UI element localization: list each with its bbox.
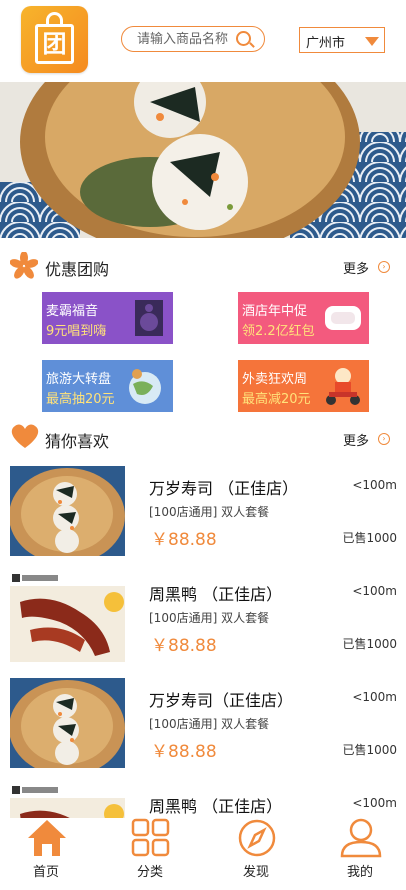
item-desc: [100店通用] 双人套餐: [149, 717, 270, 731]
item-distance: <100m: [352, 478, 397, 492]
tab-discover[interactable]: 发现: [216, 818, 296, 880]
item-price: ￥88.88: [151, 636, 217, 656]
city-selector[interactable]: 广州市: [299, 27, 385, 53]
promo-title: 旅游大转盘: [46, 372, 112, 387]
tab-label: 我的: [346, 865, 373, 880]
list-item[interactable]: 周黑鸭 （正佳店） <100m [100店通用] 双人套餐 ￥88.88 已售1000: [0, 572, 406, 678]
tab-label: 首页: [32, 865, 59, 880]
item-price: ￥88.88: [151, 530, 217, 550]
banner-carousel[interactable]: [0, 82, 406, 238]
item-name: 万岁寿司（正佳店）: [149, 691, 294, 710]
item-sold: 已售1000: [342, 531, 397, 545]
section-title: 猜你喜欢: [45, 432, 110, 451]
item-desc: [100店通用] 双人套餐: [149, 505, 270, 519]
search-box[interactable]: [121, 26, 265, 52]
promo-subtitle: 领2.2亿红包: [242, 324, 315, 339]
tab-category[interactable]: 分类: [110, 818, 190, 880]
app-logo[interactable]: 团: [21, 6, 88, 73]
speaker-icon: [135, 300, 163, 336]
item-distance: <100m: [352, 584, 397, 598]
grid-icon: [131, 818, 170, 857]
tab-home[interactable]: 首页: [6, 818, 86, 880]
asterisk-icon: [10, 252, 38, 279]
compass-icon: [238, 819, 276, 857]
promo-ktv[interactable]: 麦霸福音 9元唱到嗨: [42, 292, 173, 344]
item-thumbnail[interactable]: [10, 466, 125, 556]
logo-text: 团: [35, 24, 74, 64]
chevron-right-icon[interactable]: ›: [378, 261, 390, 273]
item-sold: 已售1000: [342, 743, 397, 757]
item-name: 周黑鸭 （正佳店）: [149, 585, 283, 604]
bottom-tab-bar: 首页 分类 发现 我的: [0, 818, 406, 880]
item-price: ￥88.88: [151, 742, 217, 762]
tab-mine[interactable]: 我的: [320, 818, 400, 880]
list-item[interactable]: 万岁寿司（正佳店） <100m [100店通用] 双人套餐 ￥88.88 已售1000: [0, 678, 406, 784]
tab-label: 分类: [136, 865, 163, 880]
delivery-scooter-icon: [326, 368, 360, 405]
more-link[interactable]: 更多: [343, 258, 369, 277]
promo-title: 麦霸福音: [46, 304, 99, 319]
item-thumbnail[interactable]: [10, 572, 125, 662]
more-link[interactable]: 更多: [343, 430, 369, 449]
guess-section-header: 猜你喜欢 更多 ›: [0, 420, 406, 456]
heart-icon: [11, 424, 39, 448]
promo-travel[interactable]: 旅游大转盘 最高抽20元: [42, 360, 173, 412]
user-icon: [340, 818, 382, 858]
item-distance: <100m: [352, 796, 397, 810]
caret-down-icon: [365, 37, 379, 46]
item-name: 万岁寿司 （正佳店）: [149, 479, 299, 498]
tab-label: 发现: [242, 865, 269, 880]
item-sold: 已售1000: [342, 637, 397, 651]
banner-image: [0, 82, 406, 238]
promo-hotel[interactable]: 酒店年中促 领2.2亿红包: [238, 292, 369, 344]
home-icon: [28, 820, 66, 856]
item-distance: <100m: [352, 690, 397, 704]
promo-delivery[interactable]: 外卖狂欢周 最高减20元: [238, 360, 369, 412]
promo-subtitle: 最高抽20元: [46, 392, 115, 407]
globe-icon: [129, 369, 161, 404]
promo-subtitle: 9元唱到嗨: [46, 324, 107, 339]
chevron-right-icon[interactable]: ›: [378, 433, 390, 445]
list-item[interactable]: 万岁寿司 （正佳店） <100m [100店通用] 双人套餐 ￥88.88 已售1000: [0, 466, 406, 572]
search-input[interactable]: [137, 30, 237, 48]
deals-section-header: 优惠团购 更多 ›: [0, 248, 406, 284]
promo-title: 酒店年中促: [242, 304, 308, 319]
item-desc: [100店通用] 双人套餐: [149, 611, 270, 625]
item-name: 周黑鸭 （正佳店）: [149, 797, 283, 816]
promo-title: 外卖狂欢周: [242, 372, 308, 387]
section-title: 优惠团购: [45, 260, 110, 279]
city-label: 广州市: [306, 36, 346, 51]
pillow-icon: [325, 306, 361, 330]
item-thumbnail[interactable]: [10, 678, 125, 768]
search-icon[interactable]: [236, 31, 251, 46]
top-header: 团 广州市: [0, 0, 406, 82]
promo-subtitle: 最高减20元: [242, 392, 311, 407]
